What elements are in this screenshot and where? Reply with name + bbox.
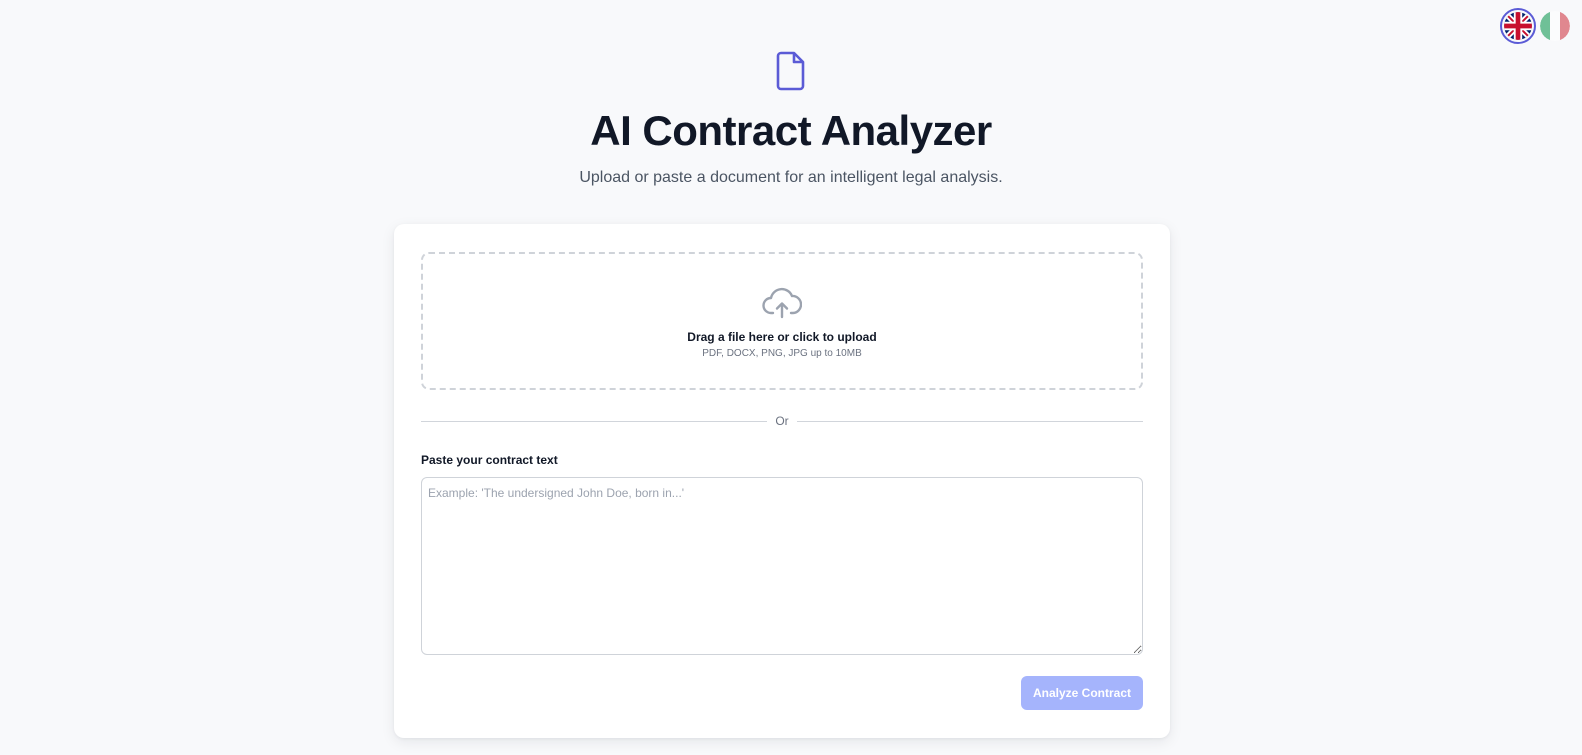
analyzer-card: Drag a file here or click to upload PDF,…	[394, 224, 1170, 738]
uk-flag-icon	[1504, 12, 1532, 40]
cloud-upload-icon	[762, 287, 802, 319]
paste-label: Paste your contract text	[421, 453, 558, 467]
italy-flag-icon	[1540, 11, 1570, 41]
language-it-button[interactable]	[1540, 11, 1570, 41]
page-title: AI Contract Analyzer	[590, 107, 992, 154]
language-en-button[interactable]	[1500, 8, 1536, 44]
contract-text-input[interactable]	[421, 477, 1143, 655]
dropzone-title: Drag a file here or click to upload	[687, 330, 877, 344]
language-switch	[1500, 8, 1570, 44]
page-header: AI Contract Analyzer Upload or paste a d…	[0, 50, 1582, 187]
divider-line-right	[796, 420, 1143, 422]
or-label: Or	[775, 414, 789, 428]
document-icon	[776, 51, 805, 91]
page-subtitle: Upload or paste a document for an intell…	[579, 169, 1003, 186]
divider-line-left	[421, 420, 768, 422]
file-dropzone[interactable]: Drag a file here or click to upload PDF,…	[421, 252, 1143, 390]
analyze-contract-button[interactable]: Analyze Contract	[1021, 676, 1143, 710]
or-divider: Or	[421, 412, 1143, 430]
dropzone-hint: PDF, DOCX, PNG, JPG up to 10MB	[702, 348, 862, 359]
